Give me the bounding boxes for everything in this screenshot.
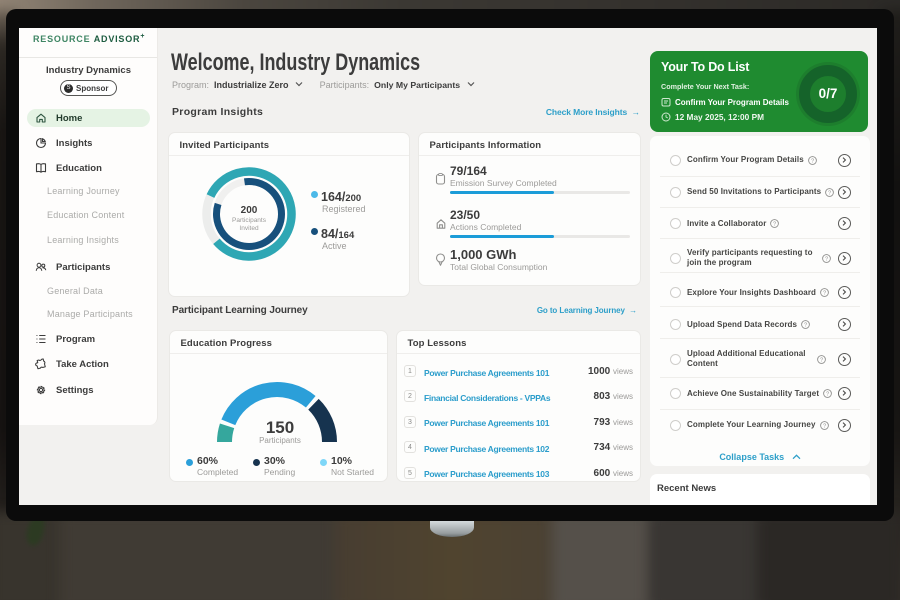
svg-text:?: ?: [811, 158, 814, 164]
svg-text:?: ?: [820, 357, 823, 363]
svg-text:?: ?: [823, 291, 826, 297]
svg-text:?: ?: [825, 256, 828, 262]
svg-text:?: ?: [804, 323, 807, 329]
svg-text:?: ?: [773, 222, 776, 228]
svg-text:?: ?: [822, 423, 825, 429]
svg-text:?: ?: [826, 392, 829, 398]
svg-text:?: ?: [828, 190, 831, 196]
